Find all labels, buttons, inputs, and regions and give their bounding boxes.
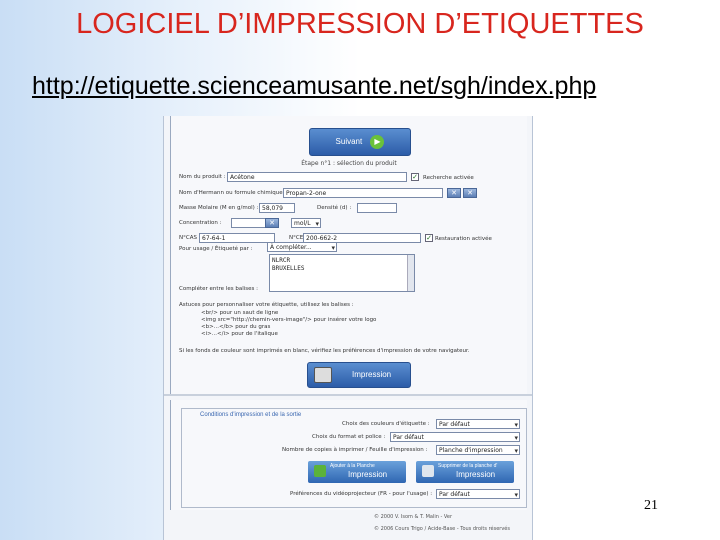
textarea-line-1: NLRCR: [272, 257, 291, 264]
printer-icon: [314, 367, 332, 383]
divider: [164, 394, 532, 396]
print-options-panel: Conditions d'impression et de la sortie …: [170, 400, 527, 510]
concentration-label: Concentration :: [179, 220, 222, 226]
footer-copyright-1: © 2000 V. Isom & T. Malin - Ver: [374, 514, 453, 520]
astuce-item: <img src="http://chemin-vers-image"/> po…: [201, 317, 377, 323]
concentration-unit-select[interactable]: mol/L: [291, 218, 321, 229]
options-fieldset: Conditions d'impression et de la sortie …: [181, 408, 527, 508]
densite-input[interactable]: [357, 203, 397, 213]
copies-select[interactable]: Planche d'impression: [436, 445, 520, 456]
ajouter-label: Ajouter à la Planche: [330, 463, 375, 469]
textarea-line-2: BRUXELLES: [272, 265, 305, 272]
textarea-scrollbar[interactable]: [407, 255, 414, 291]
pour-label: Pour usage / Étiqueté par :: [179, 246, 253, 252]
completer-label: Compléter entre les balises :: [179, 286, 258, 292]
impression-button[interactable]: Impression: [307, 362, 411, 388]
couleurs-label: Choix des couleurs d'étiquette :: [342, 421, 430, 427]
recherche-checkbox[interactable]: ✓: [411, 173, 419, 181]
nom-formule-label: Nom d'Hermann ou formule chimique :: [179, 190, 287, 196]
couleurs-select[interactable]: Par défaut: [436, 419, 520, 430]
slide-title: LOGICIEL D’IMPRESSION D’ETIQUETTES: [76, 8, 644, 40]
cas-input[interactable]: 67-64-1: [199, 233, 275, 243]
ajouter-planche-button[interactable]: Ajouter à la Planche Impression: [308, 461, 406, 483]
preferences-label: Préférences du vidéoprojecteur (FR - pou…: [290, 491, 433, 497]
nom-formule-input[interactable]: Propan-2-one: [283, 188, 443, 198]
impression-label: Impression: [352, 370, 392, 379]
preferences-select[interactable]: Par défaut: [436, 489, 520, 500]
format-label: Choix du format et police :: [312, 434, 386, 440]
ajouter-sub: Impression: [348, 470, 388, 479]
url-link[interactable]: http://etiquette.scienceamusante.net/sgh…: [32, 72, 596, 101]
printer-icon: [422, 465, 434, 477]
astuce-item: <b>...</b> pour du gras: [201, 324, 271, 330]
page-number: 21: [644, 498, 658, 513]
densite-label: Densité (d) :: [317, 205, 352, 211]
suivant-label: Suivant: [335, 137, 363, 146]
restauration-checkbox[interactable]: ✓: [425, 234, 433, 242]
masse-molaire-label: Masse Molaire (M en g/mol) :: [179, 205, 259, 211]
clear-concentration-button[interactable]: ✕: [265, 218, 279, 228]
nom-produit-label: Nom du produit :: [179, 174, 226, 180]
supprimer-planche-button[interactable]: Supprimer de la planche d' Impression: [416, 461, 514, 483]
restauration-label: Restauration activée: [435, 236, 492, 242]
recherche-label: Recherche activée: [423, 175, 474, 181]
cas-label: N°CAS :: [179, 235, 201, 241]
supprimer-label: Supprimer de la planche d': [438, 463, 498, 469]
search-formule-button[interactable]: ✕: [463, 188, 477, 198]
astuces-title: Astuces pour personnaliser votre étiquet…: [179, 302, 354, 308]
app-screenshot: Suivant ▶ Étape n°1 : sélection du produ…: [163, 116, 533, 540]
footer-copyright-2: © 2006 Cours Trigo / Acide-Base - Tous d…: [374, 526, 510, 532]
forward-arrow-icon: ▶: [370, 134, 385, 149]
copies-label: Nombre de copies à imprimer / Feuille d'…: [282, 447, 428, 453]
product-form-panel: Suivant ▶ Étape n°1 : sélection du produ…: [170, 116, 527, 394]
step-header: Étape n°1 : sélection du produit: [301, 160, 397, 167]
pour-select[interactable]: À compléter...: [267, 242, 337, 253]
print-note: Si les fonds de couleur sont imprimés en…: [179, 348, 470, 354]
supprimer-sub: Impression: [456, 470, 496, 479]
nom-produit-input[interactable]: Acétone: [227, 172, 407, 182]
clear-formule-button[interactable]: ✕: [447, 188, 461, 198]
suivant-button[interactable]: Suivant ▶: [309, 128, 411, 156]
options-legend: Conditions d'impression et de la sortie: [198, 412, 304, 418]
format-select[interactable]: Par défaut: [390, 432, 520, 443]
label-textarea[interactable]: NLRCR BRUXELLES: [269, 254, 415, 292]
add-star-icon: [314, 465, 326, 477]
astuce-item: <i>...</i> pour de l'italique: [201, 331, 278, 337]
astuce-item: <br/> pour un saut de ligne: [201, 310, 279, 316]
masse-molaire-input[interactable]: 58,079: [259, 203, 295, 213]
